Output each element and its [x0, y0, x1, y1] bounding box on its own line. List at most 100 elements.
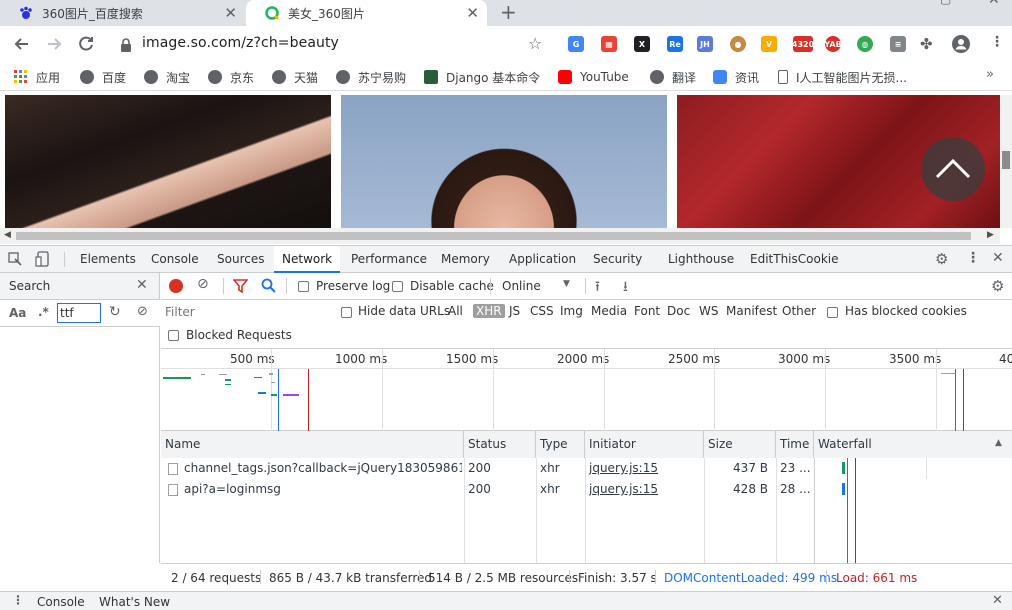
scroll-right-icon[interactable]: ▶	[987, 230, 994, 240]
tab-application[interactable]: Application	[509, 246, 576, 273]
tab-baidu[interactable]: 360图片_百度搜索 ✕	[0, 0, 245, 26]
bookmark-tmall[interactable]: 天猫	[272, 68, 318, 86]
extension-x-icon[interactable]: X	[634, 36, 650, 52]
drawer-tab-console[interactable]: Console	[37, 595, 85, 609]
drawer-tab-whats-new[interactable]: What's New	[99, 595, 170, 609]
col-initiator[interactable]: Initiator	[585, 431, 704, 458]
tab-360-images[interactable]: 美女_360图片 ✕	[246, 0, 487, 26]
lock-icon[interactable]	[120, 38, 132, 52]
drawer-menu-icon[interactable]: ⋮	[12, 593, 24, 607]
type-media[interactable]: Media	[591, 304, 627, 318]
bookmark-baidu[interactable]: 百度	[80, 68, 126, 86]
close-tab-icon[interactable]: ✕	[224, 4, 237, 22]
device-toolbar-icon[interactable]	[35, 251, 51, 267]
type-ws[interactable]: WS	[699, 304, 718, 318]
type-manifest[interactable]: Manifest	[726, 304, 777, 318]
preserve-log-checkbox[interactable]	[298, 281, 309, 292]
regex-toggle[interactable]: .*	[38, 305, 49, 319]
tab-lighthouse[interactable]: Lighthouse	[668, 246, 734, 273]
match-case-toggle[interactable]: Aa	[9, 306, 26, 320]
bookmark-news[interactable]: 资讯	[713, 68, 759, 86]
type-font[interactable]: Font	[634, 304, 660, 318]
blocked-cookies-checkbox[interactable]	[827, 307, 838, 318]
tab-performance[interactable]: Performance	[351, 246, 427, 273]
blocked-requests-checkbox[interactable]	[168, 330, 179, 341]
request-initiator-link[interactable]: jquery.js:15	[585, 479, 704, 500]
throttle-select[interactable]: Online	[502, 279, 541, 293]
type-xhr[interactable]: XHR	[473, 304, 505, 318]
request-initiator-link[interactable]: jquery.js:15	[585, 458, 704, 479]
photo-tile[interactable]	[341, 95, 667, 228]
bookmark-ai-image[interactable]: I人工智能图片无损...	[778, 68, 907, 86]
refresh-search-icon[interactable]: ↻	[109, 304, 121, 320]
close-devtools-icon[interactable]: ✕	[992, 250, 1004, 266]
bookmark-django[interactable]: Django 基本命令	[424, 68, 540, 86]
bookmark-star-icon[interactable]: ☆	[528, 34, 542, 53]
type-other[interactable]: Other	[782, 304, 816, 318]
table-row[interactable]: channel_tags.json?callback=jQuery1830598…	[161, 458, 814, 479]
extension-tools-icon[interactable]: ≡	[890, 36, 906, 52]
inspect-element-icon[interactable]	[8, 252, 22, 266]
search-icon[interactable]	[261, 278, 276, 293]
scrollbar-thumb[interactable]	[1002, 151, 1010, 169]
extension-4320-icon[interactable]: 4320	[792, 36, 814, 52]
extensions-puzzle-icon[interactable]: ✤	[920, 35, 933, 53]
clear-icon[interactable]: ⊘	[197, 276, 209, 292]
profile-avatar-icon[interactable]	[952, 35, 970, 53]
scrollbar-thumb[interactable]	[16, 232, 971, 240]
devtools-menu-icon[interactable]: ⋮	[966, 250, 980, 266]
chevron-down-icon[interactable]: ▼	[563, 279, 570, 289]
col-time[interactable]: Time	[776, 431, 814, 458]
table-row[interactable]: api?a=loginmsg 200 xhr jquery.js:15 428 …	[161, 479, 814, 500]
tab-console[interactable]: Console	[151, 246, 199, 273]
filter-funnel-icon[interactable]	[233, 279, 248, 293]
back-icon[interactable]	[12, 34, 32, 54]
tab-memory[interactable]: Memory	[441, 246, 490, 273]
vertical-scrollbar[interactable]	[1000, 95, 1012, 228]
settings-gear-icon[interactable]: ⚙	[935, 250, 948, 268]
close-drawer-icon[interactable]: ✕	[992, 593, 1003, 608]
tab-security[interactable]: Security	[593, 246, 642, 273]
type-img[interactable]: Img	[560, 304, 583, 318]
tab-network[interactable]: Network	[274, 246, 341, 273]
bookmark-taobao[interactable]: 淘宝	[144, 68, 190, 86]
type-all[interactable]: All	[448, 304, 463, 318]
more-bookmarks-icon[interactable]: »	[986, 67, 994, 82]
extension-re-icon[interactable]: Re	[667, 36, 683, 52]
photo-tile[interactable]	[5, 95, 331, 228]
cookie-extension-icon[interactable]: ●	[730, 36, 746, 52]
tab-elements[interactable]: Elements	[80, 246, 136, 273]
search-input[interactable]	[57, 303, 101, 323]
disable-cache-checkbox[interactable]	[392, 281, 403, 292]
tab-editthiscookie[interactable]: EditThisCookie	[750, 246, 839, 273]
browser-menu-icon[interactable]: ⋮	[990, 34, 1004, 50]
close-search-icon[interactable]: ✕	[136, 277, 148, 293]
shield-extension-icon[interactable]: V	[761, 36, 777, 52]
type-js[interactable]: JS	[509, 304, 520, 318]
sort-ascending-icon[interactable]: ▲	[995, 438, 1002, 448]
type-doc[interactable]: Doc	[667, 304, 690, 318]
hide-data-urls-checkbox[interactable]	[341, 307, 352, 318]
record-icon[interactable]	[169, 279, 183, 293]
horizontal-scrollbar[interactable]: ◀ ▶	[0, 228, 1000, 244]
extension-jh-icon[interactable]: JH	[697, 36, 713, 52]
export-har-icon[interactable]: ⭳	[623, 276, 628, 300]
col-status[interactable]: Status	[464, 431, 536, 458]
col-waterfall[interactable]: Waterfall	[814, 431, 1012, 458]
bookmark-jd[interactable]: 京东	[208, 68, 254, 86]
reload-icon[interactable]	[76, 34, 96, 54]
col-size[interactable]: Size	[704, 431, 776, 458]
window-close-icon[interactable]: ✕	[988, 0, 1000, 8]
new-tab-button[interactable]: +	[500, 0, 517, 24]
bookmark-suning[interactable]: 苏宁易购	[336, 68, 406, 86]
clear-search-icon[interactable]: ⊘	[137, 304, 148, 319]
close-tab-icon[interactable]: ✕	[466, 4, 479, 22]
scroll-left-icon[interactable]: ◀	[4, 230, 11, 240]
bookmark-youtube[interactable]: YouTube	[558, 68, 629, 86]
col-type[interactable]: Type	[536, 431, 585, 458]
bookmark-translate[interactable]: 翻译	[650, 68, 696, 86]
extension-red-icon[interactable]: ▦	[601, 36, 617, 52]
filter-input[interactable]	[165, 302, 335, 322]
back-to-top-button[interactable]	[921, 137, 985, 201]
extension-globe-icon[interactable]: ◍	[857, 36, 873, 52]
